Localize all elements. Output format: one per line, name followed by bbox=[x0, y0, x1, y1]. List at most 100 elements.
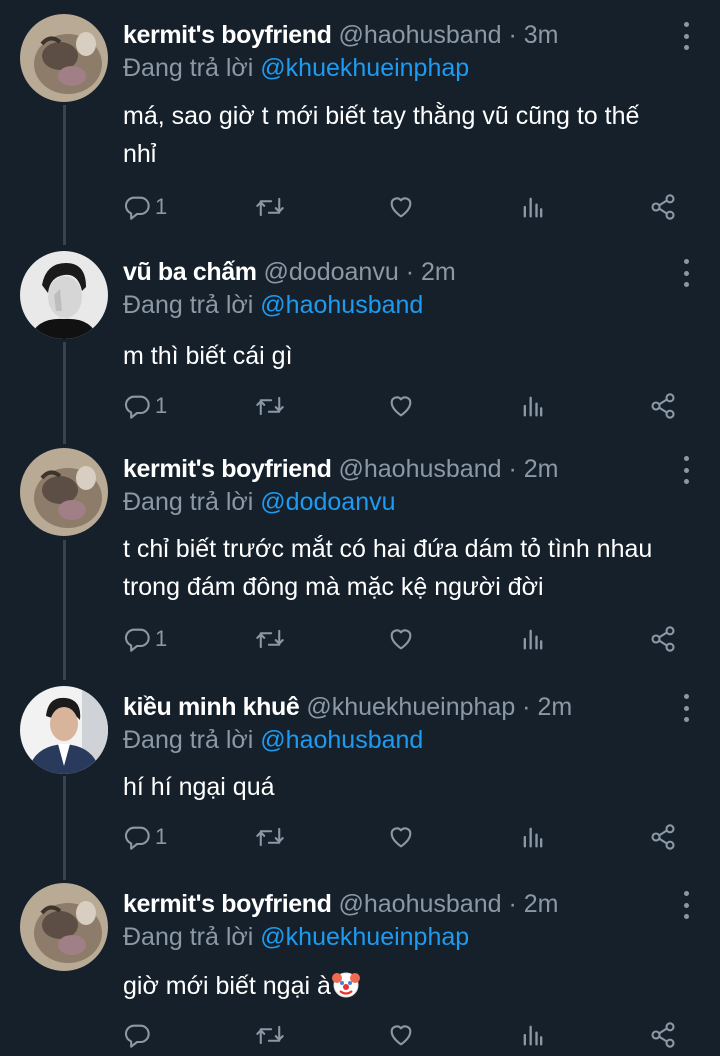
analytics-button[interactable] bbox=[519, 822, 547, 852]
tweet[interactable]: kermit's boyfriend @haohusband · 3m Đang… bbox=[0, 14, 720, 238]
like-button[interactable] bbox=[387, 192, 415, 222]
like-button[interactable] bbox=[387, 624, 415, 654]
tweet[interactable]: kermit's boyfriend @haohusband · 2m Đang… bbox=[0, 883, 720, 1056]
reply-button[interactable]: 1 bbox=[123, 391, 167, 421]
retweet-icon bbox=[256, 197, 284, 217]
more-vertical-icon[interactable] bbox=[678, 259, 694, 287]
analytics-icon bbox=[523, 197, 543, 218]
share-button[interactable] bbox=[649, 192, 677, 222]
avatar[interactable] bbox=[20, 251, 108, 339]
avatar[interactable] bbox=[20, 448, 108, 536]
separator: · bbox=[405, 258, 415, 286]
like-button[interactable] bbox=[387, 1020, 415, 1050]
display-name[interactable]: vũ ba chấm bbox=[123, 258, 257, 286]
replying-to-label: Đang trả lời bbox=[123, 54, 254, 82]
share-button[interactable] bbox=[649, 822, 677, 852]
tweet-actions bbox=[123, 1020, 683, 1050]
analytics-button[interactable] bbox=[519, 192, 547, 222]
tweet-actions: 1 bbox=[123, 192, 683, 222]
display-name[interactable]: kermit's boyfriend bbox=[123, 890, 332, 918]
avatar[interactable] bbox=[20, 686, 108, 774]
separator: · bbox=[508, 890, 517, 918]
reply-button[interactable]: 1 bbox=[123, 822, 167, 852]
tweet-text-line: t chỉ biết trước mắt có hai đứa dám tỏ t… bbox=[123, 535, 653, 563]
analytics-icon bbox=[523, 629, 543, 650]
user-handle[interactable]: @haohusband bbox=[338, 21, 501, 49]
tweet-text-line: hí hí ngại quá bbox=[123, 773, 275, 801]
share-icon bbox=[651, 393, 675, 419]
like-button[interactable] bbox=[387, 822, 415, 852]
mention-link[interactable]: @haohusband bbox=[260, 726, 423, 754]
timestamp[interactable]: 2m bbox=[524, 455, 559, 483]
replying-to-label: Đang trả lời bbox=[123, 488, 254, 516]
tweet-text-line: trong đám đông mà mặc kệ người đời bbox=[123, 573, 544, 601]
share-button[interactable] bbox=[649, 391, 677, 421]
avatar[interactable] bbox=[20, 14, 108, 102]
timestamp[interactable]: 2m bbox=[537, 693, 572, 721]
user-handle[interactable]: @dodoanvu bbox=[264, 258, 399, 286]
more-vertical-icon[interactable] bbox=[678, 891, 694, 919]
cat-avatar-image bbox=[20, 14, 108, 102]
retweet-button[interactable] bbox=[255, 624, 285, 654]
mention-link[interactable]: @haohusband bbox=[260, 291, 423, 319]
mention-link[interactable]: @dodoanvu bbox=[260, 488, 395, 516]
tweet-actions: 1 bbox=[123, 822, 683, 852]
cat-avatar-image bbox=[20, 883, 108, 971]
tweet-text: t chỉ biết trước mắt có hai đứa dám tỏ t… bbox=[123, 530, 703, 606]
retweet-button[interactable] bbox=[255, 192, 285, 222]
share-button[interactable] bbox=[649, 624, 677, 654]
retweet-button[interactable] bbox=[255, 1020, 285, 1050]
share-icon bbox=[651, 626, 675, 652]
display-name[interactable]: kiều minh khuê bbox=[123, 693, 300, 721]
display-name[interactable]: kermit's boyfriend bbox=[123, 455, 332, 483]
timestamp[interactable]: 3m bbox=[524, 21, 559, 49]
mention-link[interactable]: @khuekhueinphap bbox=[260, 54, 469, 82]
reply-icon bbox=[124, 395, 150, 419]
separator: · bbox=[522, 693, 531, 721]
more-vertical-icon[interactable] bbox=[678, 694, 694, 722]
share-icon bbox=[651, 1022, 675, 1048]
tweet-actions: 1 bbox=[123, 391, 683, 421]
tweet-text: hí hí ngại quá bbox=[123, 768, 703, 806]
reply-count: 1 bbox=[155, 824, 168, 849]
reply-count: 1 bbox=[155, 626, 168, 651]
share-button[interactable] bbox=[649, 1020, 677, 1050]
mention-link[interactable]: @khuekhueinphap bbox=[260, 923, 469, 951]
replying-to-label: Đang trả lời bbox=[123, 291, 254, 319]
heart-icon bbox=[390, 197, 412, 218]
cat-avatar-image bbox=[20, 448, 108, 536]
tweet[interactable]: kermit's boyfriend @haohusband · 2m Đang… bbox=[0, 448, 720, 667]
analytics-button[interactable] bbox=[519, 1020, 547, 1050]
replying-to-label: Đang trả lời bbox=[123, 726, 254, 754]
reply-button[interactable]: 1 bbox=[123, 192, 167, 222]
tweet-text-line: má, sao giờ t mới biết tay thằng vũ cũng… bbox=[123, 102, 640, 130]
reply-icon bbox=[124, 826, 150, 850]
reply-button[interactable]: 1 bbox=[123, 624, 167, 654]
analytics-button[interactable] bbox=[519, 391, 547, 421]
more-vertical-icon[interactable] bbox=[678, 22, 694, 50]
like-button[interactable] bbox=[387, 391, 415, 421]
reply-icon bbox=[124, 628, 150, 652]
retweet-button[interactable] bbox=[255, 391, 285, 421]
timestamp[interactable]: 2m bbox=[421, 258, 456, 286]
tweet-actions: 1 bbox=[123, 624, 683, 654]
retweet-button[interactable] bbox=[255, 822, 285, 852]
display-name[interactable]: kermit's boyfriend bbox=[123, 21, 332, 49]
more-vertical-icon[interactable] bbox=[678, 456, 694, 484]
user-handle[interactable]: @haohusband bbox=[338, 455, 501, 483]
analytics-button[interactable] bbox=[519, 624, 547, 654]
timestamp[interactable]: 2m bbox=[524, 890, 559, 918]
user-handle[interactable]: @haohusband bbox=[338, 890, 501, 918]
user-handle[interactable]: @khuekhueinphap bbox=[306, 693, 515, 721]
person-bw-avatar-image bbox=[20, 251, 108, 339]
reply-button[interactable] bbox=[123, 1020, 155, 1050]
tweet-text: m thì biết cái gì bbox=[123, 337, 703, 375]
tweet[interactable]: vũ ba chấm @dodoanvu · 2m Đang trả lời @… bbox=[0, 251, 720, 435]
avatar[interactable] bbox=[20, 883, 108, 971]
tweet[interactable]: kiều minh khuê @khuekhueinphap · 2m Đang… bbox=[0, 686, 720, 870]
heart-icon bbox=[390, 1025, 412, 1046]
reply-icon bbox=[124, 1024, 150, 1048]
share-icon bbox=[651, 824, 675, 850]
analytics-icon bbox=[523, 396, 543, 417]
person-suit-avatar-image bbox=[20, 686, 108, 774]
